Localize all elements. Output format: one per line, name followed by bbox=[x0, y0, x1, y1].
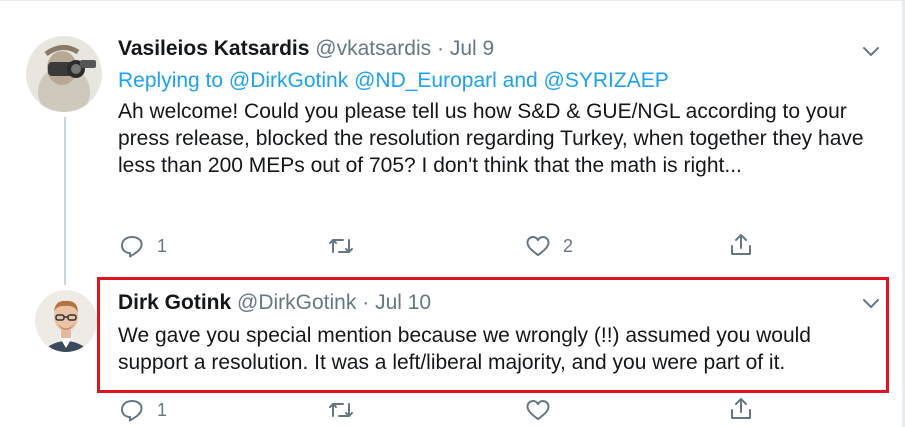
thread-connector-line bbox=[64, 117, 66, 285]
reply-icon bbox=[121, 400, 143, 422]
share-button[interactable] bbox=[728, 396, 754, 422]
share-icon bbox=[731, 234, 751, 255]
reply-button[interactable]: 1 bbox=[119, 234, 167, 258]
tweet-thread: Vasileios Katsardis @vkatsardis · Jul 9 … bbox=[0, 0, 905, 427]
replying-to-label: Replying to bbox=[118, 69, 224, 92]
author-handle[interactable]: @vkatsardis bbox=[315, 37, 431, 60]
separator-dot: · bbox=[437, 37, 444, 60]
tweet-header: Vasileios Katsardis @vkatsardis · Jul 9 bbox=[118, 36, 494, 62]
highlight-annotation-box bbox=[97, 277, 889, 393]
retweet-button[interactable] bbox=[328, 398, 366, 422]
share-button[interactable] bbox=[728, 232, 754, 258]
reply-icon bbox=[121, 236, 143, 258]
heart-icon bbox=[526, 400, 550, 420]
author-name[interactable]: Vasileios Katsardis bbox=[118, 37, 309, 60]
mention-conjunction: and bbox=[502, 69, 538, 92]
reply-button[interactable]: 1 bbox=[119, 398, 167, 422]
retweet-icon bbox=[329, 403, 353, 417]
reply-count: 1 bbox=[157, 235, 168, 256]
avatar[interactable] bbox=[35, 290, 97, 352]
retweet-button[interactable] bbox=[328, 234, 366, 258]
heart-icon bbox=[526, 236, 550, 256]
like-button[interactable] bbox=[525, 398, 563, 422]
like-count: 2 bbox=[563, 235, 574, 256]
retweet-icon bbox=[329, 239, 353, 253]
tweet-date[interactable]: Jul 9 bbox=[450, 37, 494, 60]
chevron-down-icon[interactable] bbox=[860, 40, 882, 62]
mention-link[interactable]: @SYRIZAEP bbox=[544, 69, 669, 92]
mention-link[interactable]: @DirkGotink bbox=[229, 69, 348, 92]
reply-count: 1 bbox=[157, 399, 168, 420]
like-button[interactable]: 2 bbox=[525, 234, 573, 258]
tweet-text: Ah welcome! Could you please tell us how… bbox=[118, 100, 864, 177]
share-icon bbox=[731, 398, 751, 419]
avatar[interactable] bbox=[26, 36, 102, 112]
divider bbox=[0, 0, 905, 1]
mention-link[interactable]: @ND_Europarl bbox=[354, 69, 497, 92]
replying-to: Replying to @DirkGotink @ND_Europarl and… bbox=[118, 68, 669, 94]
